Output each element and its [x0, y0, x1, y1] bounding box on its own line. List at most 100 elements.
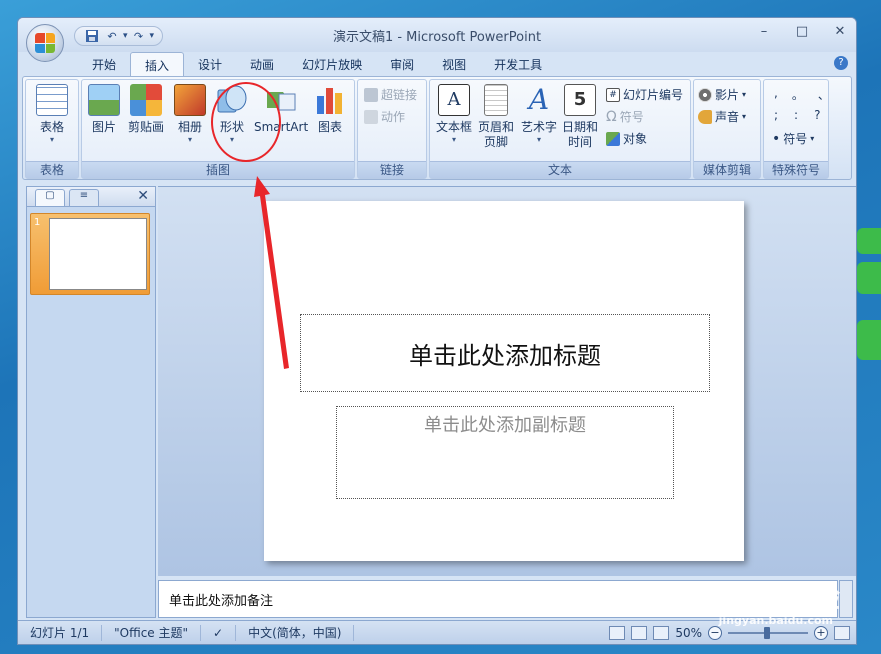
desktop-leaf — [857, 228, 881, 254]
header-footer-button[interactable]: 页眉和页脚 — [474, 84, 518, 150]
tab-home[interactable]: 开始 — [78, 52, 130, 76]
zoom-out-icon[interactable]: − — [708, 625, 722, 640]
tab-slideshow[interactable]: 幻灯片放映 — [288, 52, 376, 76]
hyperlink-button[interactable]: 超链接 — [364, 86, 417, 103]
album-button[interactable]: 相册 ▾ — [170, 84, 210, 145]
pane-close-icon[interactable]: ✕ — [137, 188, 149, 204]
tab-outline-icon[interactable]: ≡ — [69, 189, 99, 206]
header-footer-label: 页眉和页脚 — [477, 120, 514, 149]
wordart-label: 艺术字 — [520, 120, 557, 134]
symbol-button[interactable]: Ω 符号 — [606, 108, 644, 125]
tab-insert[interactable]: 插入 — [130, 52, 185, 76]
photo-album-icon — [174, 84, 206, 116]
tab-animations[interactable]: 动画 — [236, 52, 288, 76]
wordart-icon: A — [528, 83, 550, 116]
special-symbol-label: 符号 — [783, 132, 808, 146]
title-placeholder[interactable]: 单击此处添加标题 — [300, 314, 710, 392]
chevron-down-icon: ▾ — [187, 135, 192, 144]
special-symbol-button[interactable]: • 符号 ▾ — [772, 130, 814, 147]
office-logo-icon — [35, 33, 55, 53]
normal-view-icon[interactable] — [609, 625, 626, 640]
help-icon[interactable]: ? — [834, 56, 848, 70]
omega-icon: Ω — [606, 108, 617, 125]
movie-button[interactable]: 影片 ▾ — [698, 86, 746, 103]
slide-thumbnail-number: 1 — [34, 217, 41, 228]
theme-status: "Office 主题" — [102, 624, 202, 641]
slide-editor: 单击此处添加标题 单击此处添加副标题 — [158, 186, 856, 576]
slide-number-icon: # — [606, 87, 620, 102]
pane-tabs: ▢ ≡ ✕ — [27, 187, 155, 207]
slide-thumbnail-preview — [49, 218, 147, 290]
minimize-button[interactable]: – — [756, 24, 772, 39]
table-icon — [36, 84, 68, 116]
tab-design[interactable]: 设计 — [184, 52, 236, 76]
slide-thumbnail[interactable]: 1 — [30, 213, 150, 295]
group-label-text: 文本 — [430, 161, 690, 178]
close-button[interactable]: ✕ — [832, 24, 848, 39]
zoom-slider-knob[interactable] — [764, 626, 770, 639]
tab-view[interactable]: 视图 — [428, 52, 480, 76]
datetime-button[interactable]: 5 日期和时间 — [560, 84, 600, 150]
sound-button[interactable]: 声音 ▾ — [698, 108, 746, 125]
group-media: 影片 ▾ 声音 ▾ 媒体剪辑 — [693, 79, 761, 179]
fit-window-icon[interactable] — [834, 625, 850, 640]
action-label: 动作 — [381, 110, 406, 124]
slide-number-button[interactable]: # 幻灯片编号 — [606, 86, 683, 103]
baidu-watermark: Baidu经验 jingyan.baidu.com — [688, 576, 841, 627]
slideshow-view-icon[interactable] — [653, 625, 670, 640]
notes-scrollbar[interactable] — [839, 580, 853, 618]
textbox-icon: A — [438, 84, 470, 116]
tab-developer[interactable]: 开发工具 — [480, 52, 556, 76]
tab-slides-icon[interactable]: ▢ — [35, 189, 65, 206]
album-label: 相册 — [177, 120, 202, 134]
view-zoom-controls: 50% − + — [609, 625, 856, 640]
zoom-level[interactable]: 50% — [675, 626, 702, 640]
textbox-button[interactable]: A 文本框 ▾ — [432, 84, 476, 145]
symbol-comma[interactable]: , — [774, 86, 778, 103]
wordart-button[interactable]: A 艺术字 ▾ — [518, 84, 560, 145]
symbol-semicolon[interactable]: ; — [774, 108, 778, 122]
slide-sorter-icon[interactable] — [631, 625, 648, 640]
chevron-down-icon: ▾ — [810, 134, 815, 143]
sound-label: 声音 — [715, 110, 740, 124]
ribbon-tabs: 开始 插入 设计 动画 幻灯片放映 审阅 视图 开发工具 — [18, 52, 856, 76]
slide-number-label: 幻灯片编号 — [623, 88, 684, 102]
chevron-down-icon: ▾ — [451, 135, 456, 144]
chevron-down-icon: ▾ — [742, 112, 747, 121]
zoom-in-icon[interactable]: + — [814, 625, 828, 640]
chevron-down-icon: ▾ — [536, 135, 541, 144]
group-label-special: 特殊符号 — [764, 161, 828, 178]
clipart-icon — [130, 84, 162, 116]
table-label: 表格 — [39, 120, 64, 134]
desktop-leaf — [857, 320, 881, 360]
action-button[interactable]: 动作 — [364, 108, 405, 125]
office-button[interactable] — [26, 24, 64, 62]
chart-icon — [314, 84, 346, 116]
speaker-icon — [698, 109, 712, 124]
watermark-url: jingyan.baidu.com — [718, 614, 833, 627]
film-reel-icon — [698, 87, 712, 102]
spellcheck-icon[interactable]: ✓ — [201, 624, 237, 641]
object-button[interactable]: 对象 — [606, 130, 647, 147]
maximize-button[interactable]: □ — [794, 24, 810, 39]
language-status: 中文(简体，中国) — [236, 624, 355, 641]
clipart-button[interactable]: 剪贴画 — [126, 84, 166, 135]
symbol-pause[interactable]: 、 — [818, 86, 830, 103]
group-label-table: 表格 — [26, 161, 78, 178]
symbol-row-1: , 。 、 — [774, 86, 830, 103]
symbol-period[interactable]: 。 — [792, 86, 804, 103]
chart-button[interactable]: 图表 — [310, 84, 350, 135]
slides-pane: ▢ ≡ ✕ 1 — [26, 186, 156, 618]
tab-review[interactable]: 审阅 — [376, 52, 428, 76]
slide-canvas[interactable]: 单击此处添加标题 单击此处添加副标题 — [264, 201, 744, 561]
table-button[interactable]: 表格 ▾ — [32, 84, 72, 145]
chevron-down-icon: ▾ — [742, 90, 747, 99]
picture-icon — [88, 84, 120, 116]
picture-button[interactable]: 图片 — [84, 84, 124, 135]
textbox-label: 文本框 — [435, 120, 472, 134]
group-text: A 文本框 ▾ 页眉和页脚 A 艺术字 ▾ 5 日期和时间 # 幻灯片编号 Ω … — [429, 79, 691, 179]
symbol-colon[interactable]: : — [794, 108, 798, 122]
symbol-question[interactable]: ? — [814, 108, 820, 122]
subtitle-placeholder[interactable]: 单击此处添加副标题 — [336, 406, 674, 499]
zoom-slider[interactable] — [728, 626, 808, 639]
